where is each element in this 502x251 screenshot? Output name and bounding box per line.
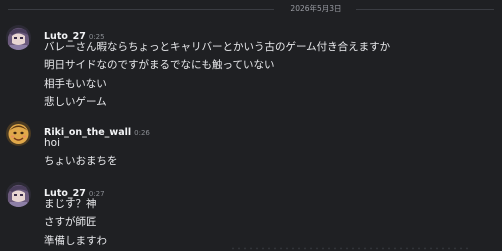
face-avatar-icon [6,121,31,146]
timestamp: 0:26 [134,129,150,137]
user-avatar[interactable] [6,25,31,50]
message-group: Riki_on_the_wall 0:26 hoi ちょいおまちを [0,121,502,169]
message-line: ちょいおまちを [44,155,118,168]
message-line: バレーさん暇ならちょっとキャリバーとかいう古のゲーム付き合えますか [44,41,391,53]
message-line: まじす？神 [44,198,97,210]
message-body: バレーさん暇ならちょっとキャリバーとかいう古のゲーム付き合えますか 明日サイドな… [44,38,390,111]
date-divider-text: 2026年5月3日 [290,4,342,13]
message-body: まじす？神 さすが師匠 準備しますわ [44,195,107,250]
anime-character-avatar-icon [6,25,31,50]
message-line: さすが師匠 [44,216,97,229]
message-group: Luto_27 0:27 まじす？神 さすが師匠 準備しますわ [0,182,502,251]
message-group: Luto_27 0:25 バレーさん暇ならちょっとキャリバーとかいう古のゲーム付き… [0,25,502,111]
message-line: hoi [44,137,60,149]
scroll-fade [0,243,502,251]
message-line: 明日サイドなのですがまるでなにも触っていない [44,59,275,72]
divider-line-right [356,9,494,10]
user-avatar[interactable] [6,182,31,207]
message-line: 相手もいない [44,77,107,90]
message-header: Luto_27 0:25 [44,24,105,42]
message-header: Riki_on_the_wall 0:26 [44,120,150,138]
anime-character-avatar-icon [6,182,31,207]
chat-message-list[interactable]: 2026年5月3日 Luto_27 0:25 バレーさん暇ならちょっとキャリバーと… [0,0,502,251]
message-header: Luto_27 0:27 [44,181,105,199]
divider-line-left [8,9,274,10]
date-divider: 2026年5月3日 [0,2,502,16]
message-line: 悲しいゲーム [44,95,107,108]
user-avatar[interactable] [6,121,31,146]
message-body: hoi ちょいおまちを [44,134,118,171]
